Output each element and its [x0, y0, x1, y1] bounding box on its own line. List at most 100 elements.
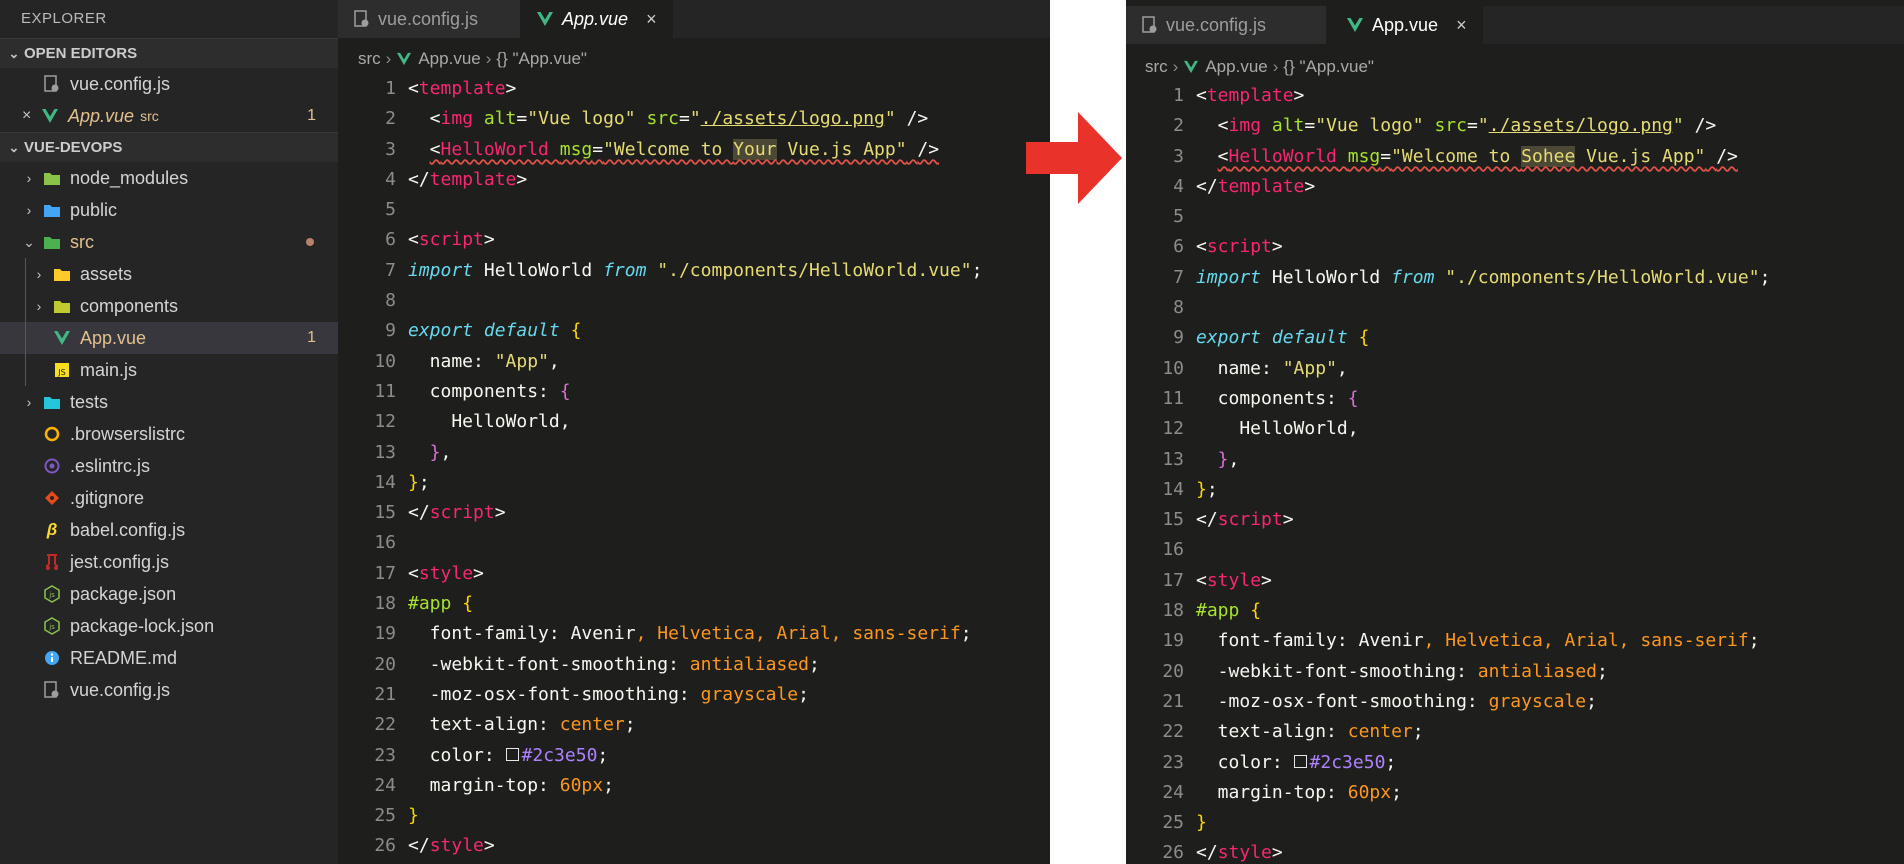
tab-app-vue[interactable]: App.vue × — [520, 0, 673, 38]
code-line[interactable]: 18 #app { — [1136, 596, 1904, 626]
code-line[interactable]: 20 -webkit-font-smoothing: antialiased; — [348, 650, 1050, 680]
code-line[interactable]: 24 margin-top: 60px; — [1136, 778, 1904, 808]
code-line[interactable]: 26 </style> — [348, 831, 1050, 861]
color-swatch[interactable] — [1293, 755, 1307, 769]
code-line[interactable]: 21 -moz-osx-font-smoothing: grayscale; — [1136, 687, 1904, 717]
color-swatch[interactable] — [505, 748, 519, 762]
code-line[interactable]: 2 <img alt="Vue logo" src="./assets/logo.… — [348, 104, 1050, 134]
code-line[interactable]: 11 components: { — [348, 377, 1050, 407]
tree-item-public[interactable]: › public — [0, 194, 338, 226]
code-line[interactable]: 18 #app { — [348, 589, 1050, 619]
code-line[interactable]: 13}, — [348, 438, 1050, 468]
code-line[interactable]: 5 — [1136, 202, 1904, 232]
tab-vue-config[interactable]: vue.config.js — [1126, 6, 1326, 44]
tree-item-app-vue[interactable]: App.vue 1 — [0, 322, 338, 354]
code-line[interactable]: 15 </script> — [1136, 505, 1904, 535]
code-token: grayscale — [700, 683, 799, 705]
open-editor-app-vue[interactable]: × App.vue src 1 — [0, 100, 338, 132]
code-token: 60px — [1347, 781, 1392, 803]
code-line[interactable]: 14}; — [1136, 475, 1904, 505]
code-line[interactable]: 24 margin-top: 60px; — [348, 771, 1050, 801]
close-icon[interactable]: × — [22, 107, 36, 125]
tree-item-package-json[interactable]: js package.json — [0, 578, 338, 610]
code-line[interactable]: 6 <script> — [348, 225, 1050, 255]
code-line[interactable]: 7 import HelloWorld from "./components/He… — [1136, 263, 1904, 293]
tree-item-node-modules[interactable]: › node_modules — [0, 162, 338, 194]
code-punct: : — [1336, 630, 1359, 652]
code-line[interactable]: 14}; — [348, 468, 1050, 498]
code-line[interactable]: 17 <style> — [348, 559, 1050, 589]
code-line[interactable]: 21 -moz-osx-font-smoothing: grayscale; — [348, 680, 1050, 710]
tree-item-tests[interactable]: › tests — [0, 386, 338, 418]
code-line[interactable]: 7 import HelloWorld from "./components/He… — [348, 256, 1050, 286]
code-line[interactable]: 12 HelloWorld, — [348, 407, 1050, 437]
close-icon[interactable]: × — [1456, 15, 1467, 36]
code-line[interactable]: 19 font-family: Avenir, Helvetica, Arial,… — [1136, 626, 1904, 656]
code-line[interactable]: 23 color: #2c3e50; — [348, 741, 1050, 771]
code-line[interactable]: 8 — [1136, 293, 1904, 323]
breadcrumb-item[interactable]: App.vue — [418, 49, 480, 69]
tree-item-assets[interactable]: › assets — [0, 258, 338, 290]
breadcrumb-item[interactable]: App.vue — [1205, 57, 1267, 77]
breadcrumb-item[interactable]: {} "App.vue" — [1283, 57, 1374, 77]
close-icon[interactable]: × — [646, 9, 657, 30]
code-line[interactable]: 1 <template> — [1136, 81, 1904, 111]
tree-item-browserslistrc[interactable]: .browserslistrc — [0, 418, 338, 450]
code-editor[interactable]: 1 <template> 2 <img alt="Vue logo" src="./a… — [348, 74, 1050, 862]
code-line[interactable]: 16 — [1136, 535, 1904, 565]
tree-item-eslintrc[interactable]: .eslintrc.js — [0, 450, 338, 482]
code-line[interactable]: 4 </template> — [348, 165, 1050, 195]
code-line[interactable]: 12 HelloWorld, — [1136, 414, 1904, 444]
tree-item-package-lock[interactable]: js package-lock.json — [0, 610, 338, 642]
tree-item-vue-config[interactable]: vue.config.js — [0, 674, 338, 706]
code-line[interactable]: 8 — [348, 286, 1050, 316]
indent-guide — [25, 322, 26, 354]
tree-item-components[interactable]: › components — [0, 290, 338, 322]
code-line[interactable]: 6 <script> — [1136, 232, 1904, 262]
code-line[interactable]: 10 name: "App", — [348, 347, 1050, 377]
code-line[interactable]: 25} — [1136, 808, 1904, 838]
breadcrumb-item[interactable]: {} "App.vue" — [496, 49, 587, 69]
open-editor-vue-config[interactable]: vue.config.js — [0, 68, 338, 100]
code-line[interactable]: 4 </template> — [1136, 172, 1904, 202]
line-number: 25 — [1162, 812, 1184, 834]
tree-item-main-js[interactable]: JS main.js — [0, 354, 338, 386]
gear-file-icon — [42, 681, 62, 699]
code-line[interactable]: 22 text-align: center; — [1136, 717, 1904, 747]
code-line[interactable]: 23 color: #2c3e50; — [1136, 748, 1904, 778]
tree-item-readme[interactable]: README.md — [0, 642, 338, 674]
code-line[interactable]: 5 — [348, 195, 1050, 225]
code-line[interactable]: 11 components: { — [1136, 384, 1904, 414]
code-line[interactable]: 3 <HelloWorld msg="Welcome to Sohee Vue.j… — [1136, 142, 1904, 172]
code-line[interactable]: 15 </script> — [348, 498, 1050, 528]
code-line[interactable]: 9 export default { — [1136, 323, 1904, 353]
code-punct: } — [1217, 448, 1229, 470]
tree-item-jest-config[interactable]: jest.config.js — [0, 546, 338, 578]
code-line[interactable]: 20 -webkit-font-smoothing: antialiased; — [1136, 657, 1904, 687]
tab-vue-config[interactable]: vue.config.js — [338, 0, 520, 38]
code-line[interactable]: 1 <template> — [348, 74, 1050, 104]
breadcrumb-item[interactable]: src — [1145, 57, 1168, 77]
tree-item-gitignore[interactable]: .gitignore — [0, 482, 338, 514]
code-punct: ; — [418, 471, 430, 493]
code-line[interactable]: 16 — [348, 528, 1050, 558]
code-editor[interactable]: 1 <template> 2 <img alt="Vue logo" src="./a… — [1136, 81, 1904, 864]
breadcrumb-item[interactable]: src — [358, 49, 381, 69]
code-line[interactable]: 10 name: "App", — [1136, 354, 1904, 384]
code-line[interactable]: 3 <HelloWorld msg="Welcome to Your Vue.js… — [348, 135, 1050, 165]
code-line[interactable]: 25} — [348, 801, 1050, 831]
project-header[interactable]: ⌄ VUE-DEVOPS — [0, 132, 338, 162]
code-line[interactable]: 13}, — [1136, 445, 1904, 475]
code-line[interactable]: 9 export default { — [348, 316, 1050, 346]
code-line[interactable]: 19 font-family: Avenir, Helvetica, Arial,… — [348, 619, 1050, 649]
tab-app-vue[interactable]: App.vue × — [1326, 6, 1483, 44]
code-token: import — [1196, 266, 1262, 288]
open-editors-header[interactable]: ⌄ OPEN EDITORS — [0, 38, 338, 68]
tree-item-src[interactable]: ⌄ src — [0, 226, 338, 258]
code-line[interactable]: 2 <img alt="Vue logo" src="./assets/logo.… — [1136, 111, 1904, 141]
line-number: 2 — [385, 108, 396, 130]
code-line[interactable]: 26 </style> — [1136, 838, 1904, 864]
code-line[interactable]: 22 text-align: center; — [348, 710, 1050, 740]
code-line[interactable]: 17 <style> — [1136, 566, 1904, 596]
tree-item-babel-config[interactable]: β babel.config.js — [0, 514, 338, 546]
